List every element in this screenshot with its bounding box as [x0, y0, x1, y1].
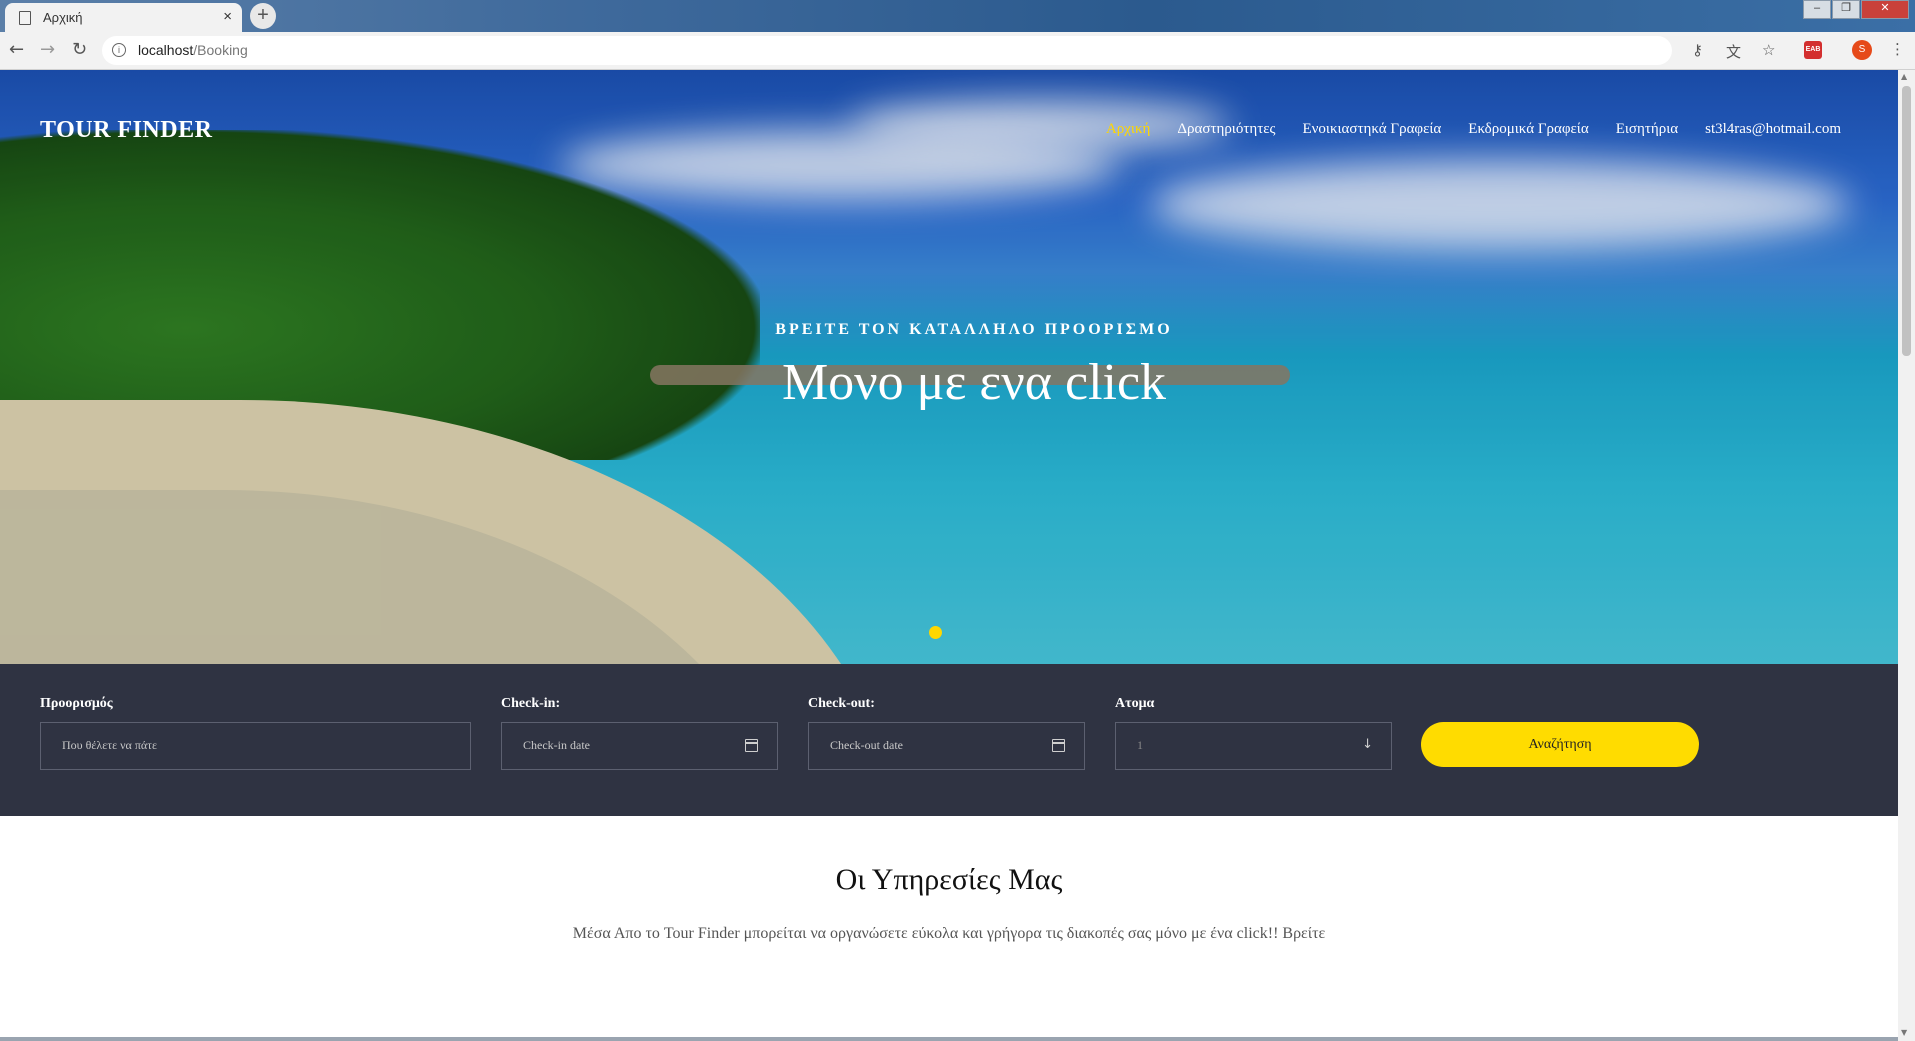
checkout-placeholder: Check-out date [830, 738, 903, 752]
nav-item-rental-offices[interactable]: Ενοικιαστηκά Γραφεία [1302, 121, 1441, 138]
info-icon[interactable]: i [112, 43, 126, 57]
calendar-icon[interactable] [745, 739, 758, 752]
destination-input[interactable]: Που θέλετε να πάτε [40, 722, 471, 770]
reload-icon[interactable]: ↻ [72, 39, 87, 60]
services-title: Οι Υπηρεσίες Μας [835, 863, 1063, 896]
site-logo[interactable]: TOUR FINDER [40, 117, 212, 144]
nav-item-account[interactable]: st3l4ras@hotmail.com [1705, 121, 1841, 138]
calendar-icon[interactable] [1052, 739, 1065, 752]
browser-tab-strip: Αρχική × + – ❐ ✕ [0, 0, 1915, 32]
scroll-down-icon[interactable]: ▼ [1901, 1028, 1907, 1037]
tab-title: Αρχική [43, 10, 83, 25]
menu-kebab-icon[interactable]: ⋮ [1890, 40, 1905, 58]
checkin-label: Check-in: [501, 696, 561, 711]
nav-item-home[interactable]: Αρχική [1106, 121, 1150, 138]
url-text: localhost/Booking [138, 42, 248, 58]
page-scrollbar[interactable]: ▲ ▼ [1898, 70, 1915, 1041]
key-icon[interactable]: ⚷ [1692, 41, 1703, 59]
hero-title: Μονο με ενα click [781, 354, 1167, 411]
back-arrow-icon[interactable]: ← [9, 39, 24, 60]
checkout-label: Check-out: [808, 696, 875, 711]
nav-item-tour-offices[interactable]: Εκδρομικά Γραφεία [1468, 121, 1588, 138]
destination-label: Προορισμός [40, 696, 113, 711]
tab-close-icon[interactable]: × [223, 8, 232, 25]
translate-icon[interactable]: 文 [1726, 41, 1741, 62]
window-controls: – ❐ ✕ [1802, 0, 1909, 19]
people-select[interactable]: 1 ↓ [1115, 722, 1392, 770]
taskbar-edge [0, 1037, 1898, 1041]
nav-item-activities[interactable]: Δραστηριότητες [1177, 121, 1275, 138]
people-value: 1 [1137, 738, 1143, 752]
hero-banner: TOUR FINDER Αρχική Δραστηριότητες Ενοικι… [0, 70, 1898, 664]
services-description: Μέσα Απο το Tour Finder μπορείται να οργ… [572, 925, 1326, 942]
browser-tab[interactable]: Αρχική × [5, 3, 242, 32]
search-form: Προορισμός Που θέλετε να πάτε Check-in: … [0, 664, 1898, 816]
search-button[interactable]: Αναζήτηση [1421, 722, 1699, 767]
checkin-date-input[interactable]: Check-in date [501, 722, 778, 770]
destination-placeholder: Που θέλετε να πάτε [62, 738, 158, 752]
browser-toolbar: ← → ↻ i localhost/Booking ⚷ 文 ☆ EAB S ⋮ [0, 32, 1915, 70]
checkout-date-input[interactable]: Check-out date [808, 722, 1085, 770]
url-host: localhost [138, 42, 194, 58]
address-bar[interactable]: i localhost/Booking ⚷ 文 ☆ [102, 36, 1775, 65]
people-label: Ατομα [1115, 696, 1155, 711]
nav-item-tickets[interactable]: Εισητήρια [1616, 121, 1678, 138]
scroll-up-icon[interactable]: ▲ [1901, 72, 1907, 81]
minimize-icon[interactable]: – [1803, 0, 1831, 19]
carousel-dot[interactable] [929, 626, 942, 639]
extension-icon[interactable]: EAB [1804, 41, 1822, 59]
bookmark-star-icon[interactable]: ☆ [1762, 41, 1775, 59]
scrollbar-thumb[interactable] [1902, 86, 1911, 356]
new-tab-button[interactable]: + [250, 3, 276, 29]
main-nav: Αρχική Δραστηριότητες Ενοικιαστηκά Γραφε… [1079, 121, 1841, 138]
window-close-icon[interactable]: ✕ [1861, 0, 1909, 19]
restore-icon[interactable]: ❐ [1832, 0, 1860, 19]
url-path: /Booking [193, 42, 248, 58]
forward-arrow-icon[interactable]: → [40, 39, 55, 60]
profile-avatar[interactable]: S [1852, 40, 1872, 60]
hero-subtitle: ΒΡΕΙΤΕ ΤΟΝ ΚΑΤΑΛΛΗΛΟ ΠΡΟΟΡΙΣΜΟ [775, 321, 1173, 338]
checkin-placeholder: Check-in date [523, 738, 590, 752]
page-icon [19, 11, 31, 25]
arrow-down-icon: ↓ [1362, 737, 1373, 752]
